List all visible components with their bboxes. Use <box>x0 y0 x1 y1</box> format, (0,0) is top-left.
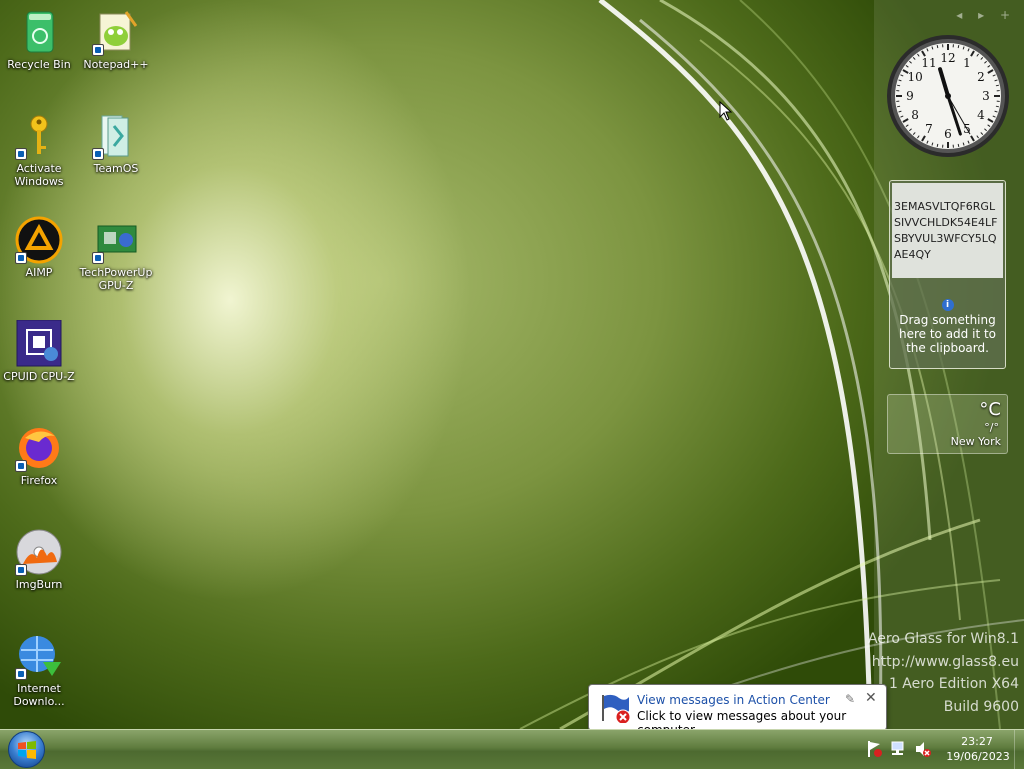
clock-numeral: 8 <box>911 108 919 122</box>
recycle-bin-shortcut[interactable]: Recycle Bin <box>0 8 78 71</box>
taskbar: 23:27 19/06/2023 <box>0 729 1024 769</box>
clock-tick <box>958 45 959 48</box>
imgburn-shortcut[interactable]: ImgBurn <box>0 528 78 591</box>
clock-tick <box>937 45 938 48</box>
clock-tick <box>937 144 938 147</box>
imgburn-icon <box>15 528 63 576</box>
firefox-icon <box>15 424 63 472</box>
watermark-line-1: Aero Glass for Win8.1 <box>859 628 1019 651</box>
gpu-z-icon <box>92 216 140 264</box>
network-icon[interactable] <box>890 740 908 758</box>
clipboard-content[interactable]: 3EMASVLTQF6RGLSIVVCHLDK54E4LFSBYVUL3WFCY… <box>892 183 1003 278</box>
action-center-tray-icon[interactable] <box>866 740 884 758</box>
recycle-bin-label: Recycle Bin <box>0 58 78 71</box>
volume-muted-icon[interactable] <box>914 740 932 758</box>
watermark-line-2: http://www.glass8.eu <box>859 651 1019 674</box>
clock-tick <box>897 106 900 107</box>
cpu-z-shortcut[interactable]: CPUID CPU-Z <box>0 320 78 383</box>
shortcut-arrow-icon <box>15 564 27 576</box>
clipboard-info-text: Drag something here to add it to the cli… <box>899 313 996 355</box>
desktop[interactable]: Recycle Bin Notepad++ Activate Windows T… <box>0 0 1024 729</box>
clipboard-gadget[interactable]: 3EMASVLTQF6RGLSIVVCHLDK54E4LFSBYVUL3WFCY… <box>889 180 1006 369</box>
shortcut-arrow-icon <box>92 148 104 160</box>
shortcut-arrow-icon <box>15 668 27 680</box>
action-center-notification[interactable]: View messages in Action Center Click to … <box>588 684 887 731</box>
cpu-z-icon <box>15 320 63 368</box>
action-center-flag-icon <box>599 693 631 723</box>
internet-download-manager-shortcut[interactable]: Internet Downlo... <box>0 632 78 708</box>
clock-numeral: 4 <box>977 108 985 122</box>
teamos-shortcut[interactable]: TeamOS <box>77 112 155 175</box>
clock-numeral: 9 <box>906 89 914 103</box>
clock-numeral: 1 <box>963 56 971 70</box>
clock-numeral: 2 <box>977 70 985 84</box>
sidebar-navigation[interactable]: ◂ ▸ + <box>956 8 1016 22</box>
notepad-plus-plus-icon <box>92 8 140 56</box>
shortcut-arrow-icon <box>15 148 27 160</box>
wallpaper-swirls <box>0 0 1024 729</box>
firefox-label: Firefox <box>0 474 78 487</box>
pin-icon[interactable]: ✎ <box>845 692 855 706</box>
gpu-z-label: TechPowerUp GPU-Z <box>77 266 155 292</box>
taskbar-clock-date[interactable]: 19/06/2023 <box>943 750 1013 764</box>
clock-numeral: 11 <box>921 56 936 70</box>
clock-numeral: 7 <box>925 122 933 136</box>
shortcut-arrow-icon <box>15 252 27 264</box>
key-icon <box>15 112 63 160</box>
aimp-icon <box>15 216 63 264</box>
imgburn-label: ImgBurn <box>0 578 78 591</box>
teamos-label: TeamOS <box>77 162 155 175</box>
clock-numeral: 10 <box>907 70 922 84</box>
taskbar-clock-time[interactable]: 23:27 <box>955 735 999 749</box>
internet-download-manager-icon <box>15 632 63 680</box>
shortcut-arrow-icon <box>15 460 27 472</box>
mouse-cursor-icon <box>719 101 733 121</box>
recycle-bin-icon <box>15 8 63 56</box>
activate-windows-label: Activate Windows <box>0 162 78 188</box>
show-desktop-button[interactable] <box>1014 730 1024 769</box>
clock-numeral: 12 <box>940 51 955 65</box>
notification-title[interactable]: View messages in Action Center <box>637 693 830 707</box>
clock-tick <box>996 85 999 86</box>
shortcut-arrow-icon <box>92 44 104 56</box>
windows-logo-icon <box>17 740 37 760</box>
weather-gadget[interactable]: °C °/° New York <box>887 394 1008 454</box>
weather-city: New York <box>951 435 1001 448</box>
gpu-z-shortcut[interactable]: TechPowerUp GPU-Z <box>77 216 155 292</box>
cpu-z-label: CPUID CPU-Z <box>0 370 78 383</box>
clock-numeral: 3 <box>982 89 990 103</box>
clock-gadget[interactable]: 123456789101112 <box>885 33 1011 159</box>
clipboard-info: i Drag something here to add it to the c… <box>890 299 1005 355</box>
firefox-shortcut[interactable]: Firefox <box>0 424 78 487</box>
teamos-icon <box>92 112 140 160</box>
clock-numeral: 6 <box>944 127 952 141</box>
weather-high-low: °/° <box>984 421 999 434</box>
shortcut-arrow-icon <box>92 252 104 264</box>
notepad-plus-plus-label: Notepad++ <box>77 58 155 71</box>
clock-tick <box>958 144 959 147</box>
close-icon[interactable]: ✕ <box>865 690 877 706</box>
aimp-label: AIMP <box>0 266 78 279</box>
start-button[interactable] <box>8 731 45 768</box>
activate-windows-shortcut[interactable]: Activate Windows <box>0 112 78 188</box>
weather-temperature: °C <box>979 399 1001 420</box>
info-icon: i <box>942 299 954 311</box>
internet-download-manager-label: Internet Downlo... <box>0 682 78 708</box>
aimp-shortcut[interactable]: AIMP <box>0 216 78 279</box>
clock-tick <box>897 85 900 86</box>
notepad-plus-plus-shortcut[interactable]: Notepad++ <box>77 8 155 71</box>
clock-tick <box>996 106 999 107</box>
